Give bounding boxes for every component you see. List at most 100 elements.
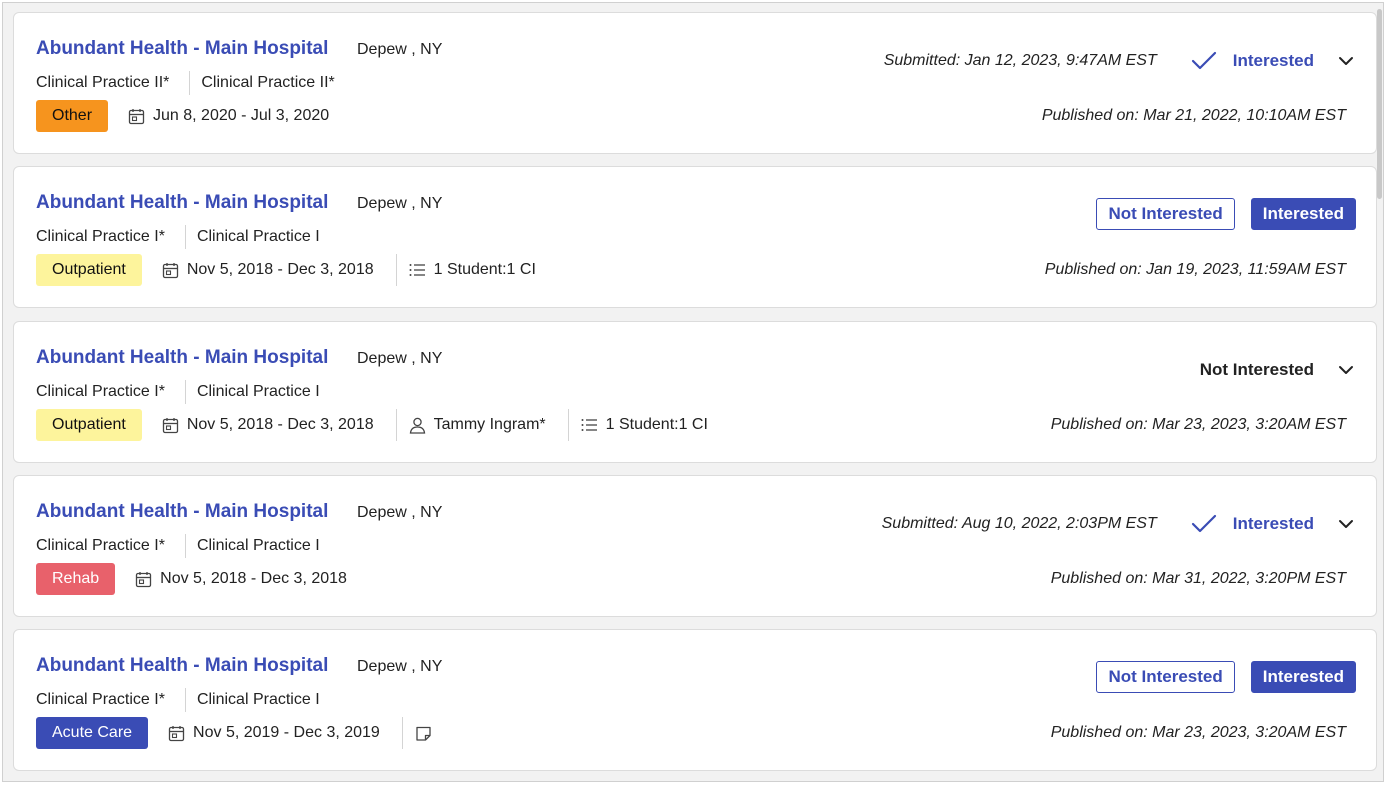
date-range-text: Nov 5, 2018 - Dec 3, 2018	[186, 416, 374, 433]
date-range: Nov 5, 2018 - Dec 3, 2018	[135, 570, 347, 588]
submission-status: Submitted: Jan 12, 2023, 9:47AM EST Inte…	[884, 45, 1356, 77]
placement-meta: Acute Care Nov 5, 2019 - Dec 3, 2019	[36, 717, 440, 749]
divider	[189, 71, 191, 95]
person-icon	[409, 417, 425, 434]
divider	[184, 534, 186, 558]
status-label: Not Interested	[1199, 360, 1314, 379]
site-title-link[interactable]: Abundant Health - Main Hospital	[36, 192, 328, 214]
interest-actions: Not Interested Interested	[1096, 661, 1356, 693]
placement-card: Abundant Health - Main Hospital Depew , …	[13, 12, 1377, 154]
site-title-link[interactable]: Abundant Health - Main Hospital	[36, 347, 328, 369]
setting-tag: Acute Care	[36, 717, 149, 749]
placement-card: Abundant Health - Main Hospital Depew , …	[13, 166, 1377, 308]
course-secondary: Clinical Practice I	[196, 691, 320, 708]
setting-tag: Rehab	[36, 563, 116, 595]
not-interested-button[interactable]: Not Interested	[1096, 661, 1235, 693]
student-ratio-text: 1 Student:1 CI	[605, 416, 708, 433]
check-icon	[1191, 514, 1216, 533]
calendar-icon	[128, 108, 145, 124]
date-range-text: Jun 8, 2020 - Jul 3, 2020	[153, 107, 330, 124]
site-title-link[interactable]: Abundant Health - Main Hospital	[36, 655, 328, 677]
setting-tag: Outpatient	[36, 254, 142, 286]
status-label: Interested	[1232, 51, 1314, 70]
date-range: Nov 5, 2018 - Dec 3, 2018	[162, 416, 374, 434]
divider	[184, 225, 186, 249]
interest-actions: Not Interested Interested	[1096, 198, 1356, 230]
chevron-down-icon	[1339, 366, 1353, 374]
submitted-timestamp: Submitted: Jan 12, 2023, 9:47AM EST	[883, 52, 1157, 69]
interested-button[interactable]: Interested	[1250, 661, 1356, 693]
student-ratio: 1 Student:1 CI	[409, 261, 536, 279]
site-location: Depew , NY	[357, 350, 443, 367]
site-title-link[interactable]: Abundant Health - Main Hospital	[36, 38, 328, 60]
course-list: Clinical Practice I* Clinical Practice I	[36, 688, 320, 712]
calendar-icon	[136, 571, 152, 587]
course-secondary: Clinical Practice I	[196, 228, 320, 245]
status-label: Interested	[1232, 514, 1314, 533]
course-primary: Clinical Practice II*	[36, 74, 170, 91]
course-secondary: Clinical Practice II*	[201, 74, 335, 91]
course-secondary: Clinical Practice I	[196, 383, 320, 400]
site-location: Depew , NY	[357, 658, 443, 675]
scrollbar-thumb[interactable]	[1377, 9, 1382, 199]
submission-status: Submitted: Aug 10, 2022, 2:03PM EST Inte…	[882, 508, 1356, 540]
site-location: Depew , NY	[357, 195, 443, 212]
setting-tag: Outpatient	[36, 409, 142, 441]
site-location: Depew , NY	[357, 41, 443, 58]
submitted-timestamp: Submitted: Aug 10, 2022, 2:03PM EST	[881, 515, 1157, 532]
chevron-down-icon	[1339, 57, 1353, 65]
published-timestamp: Published on: Mar 21, 2022, 10:10AM EST	[1041, 107, 1346, 124]
expand-toggle[interactable]	[1336, 360, 1356, 380]
placement-card: Abundant Health - Main Hospital Depew , …	[13, 475, 1377, 617]
date-range-text: Nov 5, 2019 - Dec 3, 2019	[193, 724, 380, 741]
expand-toggle[interactable]	[1336, 51, 1356, 71]
course-list: Clinical Practice I* Clinical Practice I	[36, 380, 320, 404]
chevron-down-icon	[1339, 520, 1353, 528]
status-interested: Interested	[1191, 51, 1314, 71]
note-indicator[interactable]	[415, 725, 440, 742]
site-location: Depew , NY	[357, 504, 443, 521]
interested-button[interactable]: Interested	[1250, 198, 1356, 230]
published-timestamp: Published on: Mar 31, 2022, 3:20PM EST	[1050, 570, 1346, 587]
course-list: Clinical Practice I* Clinical Practice I	[36, 225, 320, 249]
not-interested-button[interactable]: Not Interested	[1096, 198, 1235, 230]
divider	[184, 380, 186, 404]
published-timestamp: Published on: Mar 23, 2023, 3:20AM EST	[1050, 724, 1346, 741]
placement-meta: Rehab Nov 5, 2018 - Dec 3, 2018	[36, 563, 347, 595]
published-timestamp: Published on: Jan 19, 2023, 11:59AM EST	[1044, 261, 1346, 278]
note-icon	[416, 726, 431, 741]
date-range: Nov 5, 2018 - Dec 3, 2018	[162, 261, 374, 279]
divider	[567, 409, 569, 441]
divider	[401, 717, 403, 749]
expand-toggle[interactable]	[1336, 514, 1356, 534]
calendar-icon	[168, 725, 185, 741]
date-range: Nov 5, 2019 - Dec 3, 2019	[168, 724, 380, 742]
course-primary: Clinical Practice I*	[36, 537, 165, 554]
published-timestamp: Published on: Mar 23, 2023, 3:20AM EST	[1050, 416, 1346, 433]
divider	[395, 254, 397, 286]
clinical-instructor: Tammy Ingram*	[409, 416, 546, 434]
student-ratio: 1 Student:1 CI	[581, 416, 708, 434]
calendar-icon	[162, 417, 178, 433]
placement-card: Abundant Health - Main Hospital Depew , …	[13, 629, 1377, 771]
check-icon	[1191, 51, 1216, 70]
calendar-icon	[162, 262, 178, 278]
list-icon	[581, 419, 597, 431]
placement-meta: Outpatient Nov 5, 2018 - Dec 3, 2018 Tam…	[36, 409, 708, 441]
placements-list: Abundant Health - Main Hospital Depew , …	[2, 2, 1384, 782]
date-range-text: Nov 5, 2018 - Dec 3, 2018	[186, 261, 374, 278]
divider	[395, 409, 397, 441]
date-range-text: Nov 5, 2018 - Dec 3, 2018	[160, 570, 347, 587]
site-title-link[interactable]: Abundant Health - Main Hospital	[36, 501, 328, 523]
course-primary: Clinical Practice I*	[36, 383, 165, 400]
divider	[184, 688, 186, 712]
instructor-name: Tammy Ingram*	[433, 416, 546, 433]
submission-status: Not Interested	[1200, 354, 1356, 386]
placement-meta: Other Jun 8, 2020 - Jul 3, 2020	[36, 100, 329, 132]
course-primary: Clinical Practice I*	[36, 228, 165, 245]
student-ratio-text: 1 Student:1 CI	[433, 261, 536, 278]
setting-tag: Other	[36, 100, 109, 132]
list-icon	[409, 264, 425, 276]
course-secondary: Clinical Practice I	[196, 537, 320, 554]
course-list: Clinical Practice II* Clinical Practice …	[36, 71, 335, 95]
